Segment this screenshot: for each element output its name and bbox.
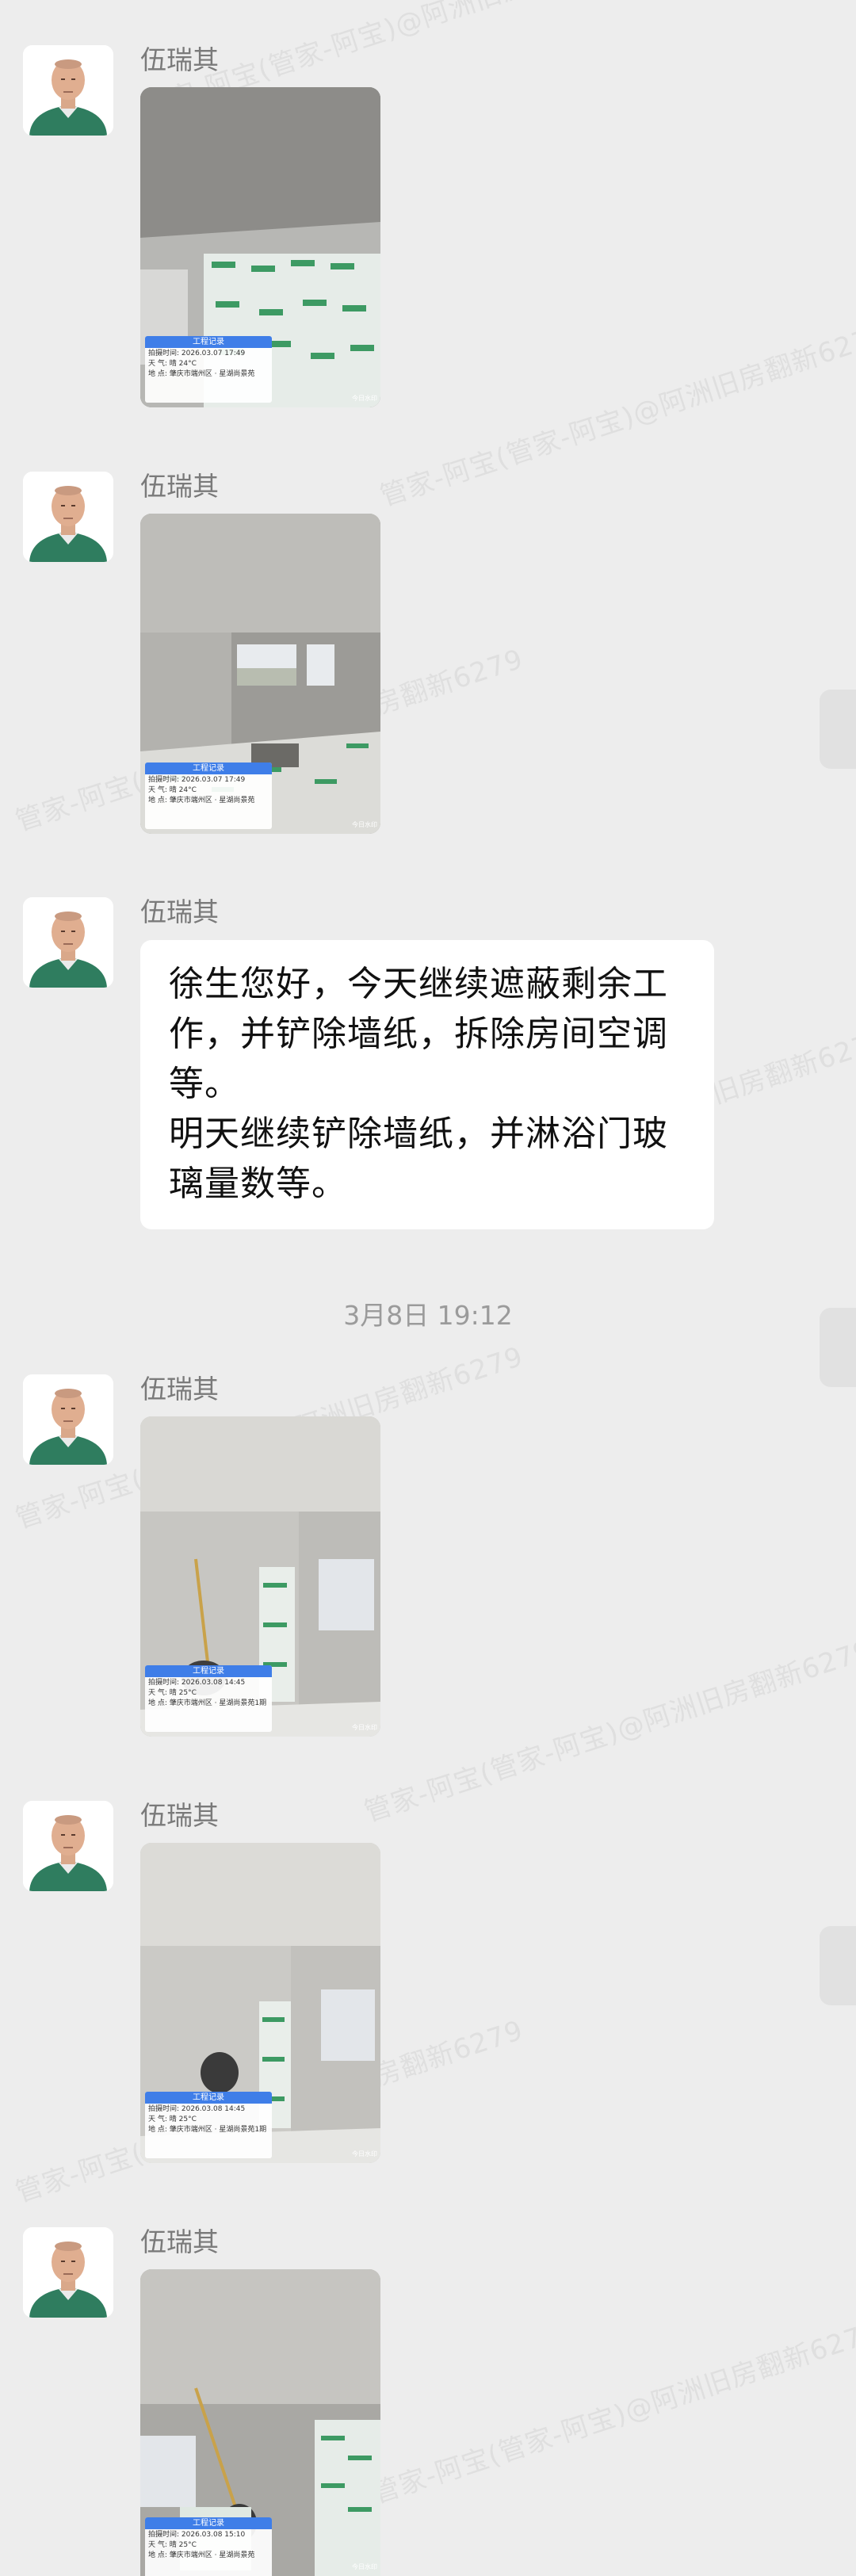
- text-bubble[interactable]: 徐生您好，今天继续遮蔽剩余工作，并铲除墙纸，拆除房间空调等。 明天继续铲除墙纸，…: [140, 940, 714, 1229]
- card-time: 拍摄时间: 2026.03.08 15:10: [148, 2531, 246, 2539]
- photo-message[interactable]: 工程记录 拍摄时间: 2026.03.08 15:10 天 气: 晴 25°C …: [140, 2269, 380, 2576]
- message-text-paragraph: 徐生您好，今天继续遮蔽剩余工作，并铲除墙纸，拆除房间空调等。: [169, 964, 668, 1104]
- watermark-card: 工程记录 拍摄时间: 2026.03.07 17:49 天 气: 晴 24°C …: [145, 762, 272, 829]
- card-time: 拍摄时间: 2026.03.08 14:45: [148, 2105, 246, 2113]
- sender-name: 伍瑞其: [140, 896, 219, 927]
- watermark-card: 工程记录 拍摄时间: 2026.03.07 17:49 天 气: 晴 24°C …: [145, 336, 272, 403]
- sender-name: 伍瑞其: [140, 1374, 219, 1405]
- avatar[interactable]: [23, 45, 113, 136]
- watermark-card: 工程记录 拍摄时间: 2026.03.08 14:45 天 气: 晴 25°C …: [145, 1665, 272, 1732]
- photo-stamp: 今日水印: [352, 1724, 377, 1731]
- watermark: 管家-阿宝(管家-阿宝)@阿洲旧房翻新6279: [368, 2315, 856, 2510]
- card-title: 工程记录: [145, 762, 272, 774]
- photo-message[interactable]: 工程记录 拍摄时间: 2026.03.08 14:45 天 气: 晴 25°C …: [140, 1416, 380, 1737]
- avatar[interactable]: [23, 897, 113, 988]
- avatar[interactable]: [23, 472, 113, 562]
- avatar[interactable]: [23, 2227, 113, 2318]
- avatar-image: [23, 45, 113, 136]
- card-title: 工程记录: [145, 2092, 272, 2104]
- card-title: 工程记录: [145, 336, 272, 348]
- sender-name: 伍瑞其: [140, 44, 219, 75]
- sender-name: 伍瑞其: [140, 471, 219, 502]
- card-title: 工程记录: [145, 2517, 272, 2529]
- card-weather: 天 气: 晴 24°C: [148, 360, 197, 368]
- card-weather: 天 气: 晴 25°C: [148, 1689, 197, 1697]
- card-weather: 天 气: 晴 25°C: [148, 2115, 197, 2123]
- photo-message[interactable]: 工程记录 拍摄时间: 2026.03.08 14:45 天 气: 晴 25°C …: [140, 1843, 380, 2163]
- card-time: 拍摄时间: 2026.03.07 17:49: [148, 350, 246, 357]
- card-address: 地 点: 肇庆市端州区 · 星湖尚景苑: [148, 2551, 255, 2559]
- photo-message[interactable]: 工程记录 拍摄时间: 2026.03.07 17:49 天 气: 晴 24°C …: [140, 514, 380, 834]
- avatar-image: [23, 2227, 113, 2318]
- avatar-image: [23, 897, 113, 988]
- avatar-image: [23, 1374, 113, 1465]
- photo-stamp: 今日水印: [352, 2150, 377, 2157]
- avatar-image: [23, 1801, 113, 1891]
- chat-page: 管家-阿宝(管家-阿宝)@阿洲旧房翻新6279 管家-阿宝(管家-阿宝)@阿洲旧…: [0, 0, 856, 2576]
- watermark: 管家-阿宝(管家-阿宝)@阿洲旧房翻新6279: [376, 318, 856, 513]
- photo-stamp: 今日水印: [352, 2563, 377, 2570]
- card-address: 地 点: 肇庆市端州区 · 星湖尚景苑1期: [148, 2126, 267, 2134]
- sender-name: 伍瑞其: [140, 2226, 219, 2257]
- photo-stamp: 今日水印: [352, 395, 377, 402]
- avatar-image: [23, 472, 113, 562]
- card-time: 拍摄时间: 2026.03.08 14:45: [148, 1679, 246, 1687]
- watermark: 管家-阿宝(管家-阿宝)@阿洲旧房翻新6279: [360, 1634, 856, 1829]
- card-weather: 天 气: 晴 25°C: [148, 2541, 197, 2549]
- card-title: 工程记录: [145, 1665, 272, 1677]
- watermark-card: 工程记录 拍摄时间: 2026.03.08 15:10 天 气: 晴 25°C …: [145, 2517, 272, 2576]
- card-address: 地 点: 肇庆市端州区 · 星湖尚景苑: [148, 370, 255, 378]
- message-text-paragraph: 明天继续铲除墙纸，并淋浴门玻璃量数等。: [169, 1114, 668, 1204]
- card-weather: 天 气: 晴 24°C: [148, 786, 197, 794]
- photo-stamp: 今日水印: [352, 821, 377, 828]
- watermark-card: 工程记录 拍摄时间: 2026.03.08 14:45 天 气: 晴 25°C …: [145, 2092, 272, 2158]
- photo-message[interactable]: 工程记录 拍摄时间: 2026.03.07 17:49 天 气: 晴 24°C …: [140, 87, 380, 407]
- avatar[interactable]: [23, 1801, 113, 1891]
- side-tab[interactable]: [820, 690, 856, 769]
- card-address: 地 点: 肇庆市端州区 · 星湖尚景苑1期: [148, 1699, 267, 1707]
- sender-name: 伍瑞其: [140, 1800, 219, 1831]
- card-address: 地 点: 肇庆市端州区 · 星湖尚景苑: [148, 797, 255, 805]
- card-time: 拍摄时间: 2026.03.07 17:49: [148, 776, 246, 784]
- avatar[interactable]: [23, 1374, 113, 1465]
- chat-timestamp: 3月8日 19:12: [343, 1300, 513, 1331]
- side-tab[interactable]: [820, 1926, 856, 2005]
